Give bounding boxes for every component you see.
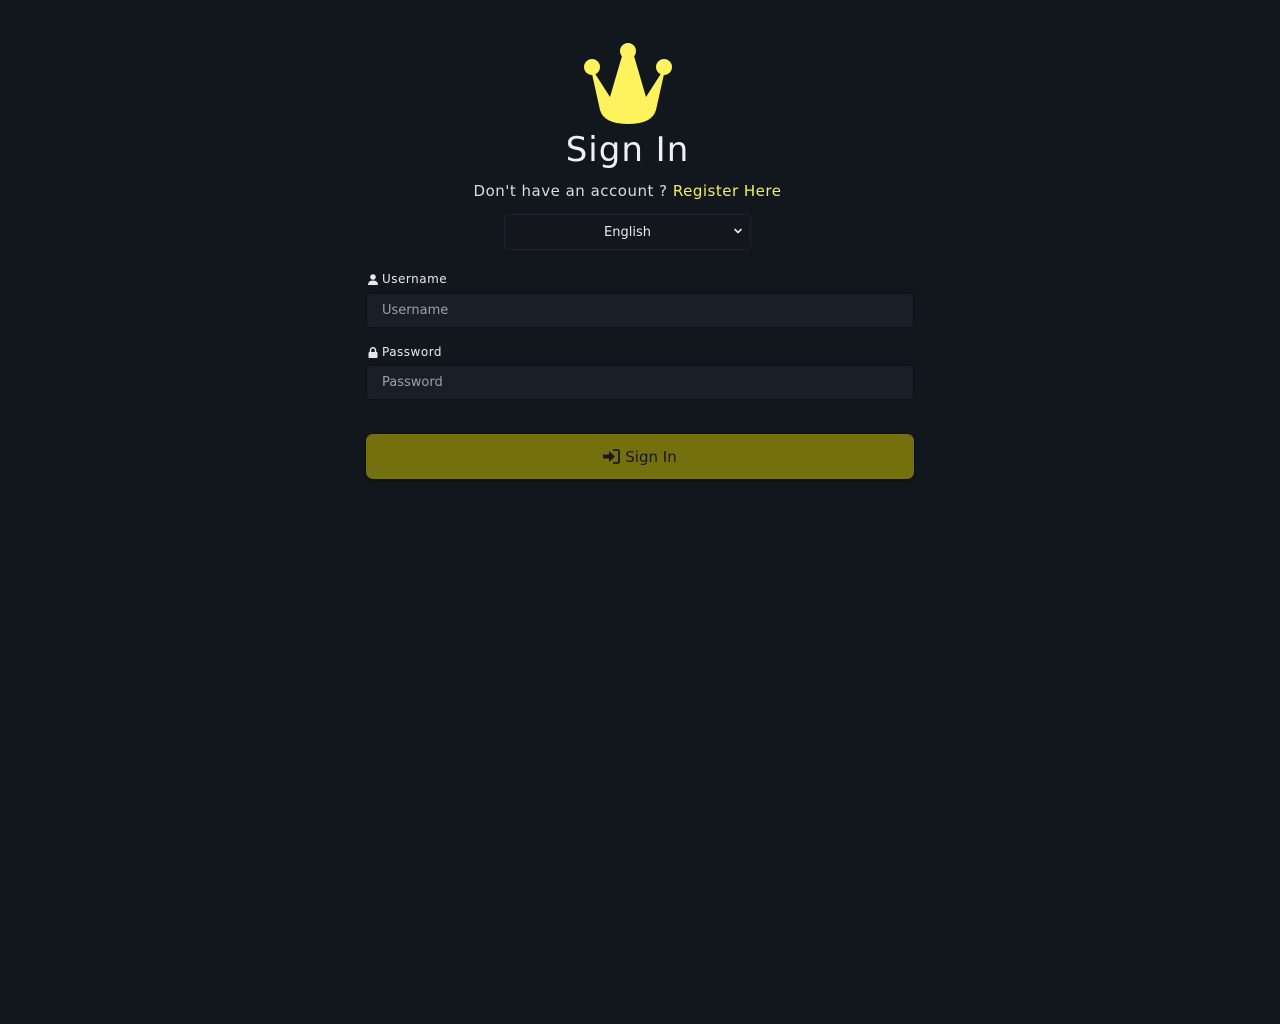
username-label-text: Username	[382, 272, 448, 286]
register-link[interactable]: Register Here	[673, 182, 782, 200]
password-label-text: Password	[382, 345, 443, 359]
page-title: Sign In	[565, 130, 690, 170]
password-label: Password	[368, 345, 442, 359]
sign-in-icon	[603, 449, 621, 464]
user-icon	[368, 273, 378, 285]
chevron-down-icon	[734, 228, 742, 234]
register-prompt: Don't have an account ? Register Here	[0, 182, 1255, 200]
sign-in-button-label: Sign In	[625, 447, 677, 466]
username-label: Username	[368, 272, 447, 286]
sign-in-page: Sign In Don't have an account ? Register…	[0, 0, 1280, 1024]
language-select[interactable]: English	[504, 214, 751, 250]
lock-icon	[368, 346, 378, 358]
sign-in-button[interactable]: Sign In	[366, 434, 914, 479]
crown-icon	[584, 43, 672, 124]
username-input[interactable]	[366, 293, 914, 328]
password-input[interactable]	[366, 365, 914, 400]
language-selected-value: English	[604, 224, 651, 240]
register-prompt-text: Don't have an account ?	[473, 182, 668, 200]
